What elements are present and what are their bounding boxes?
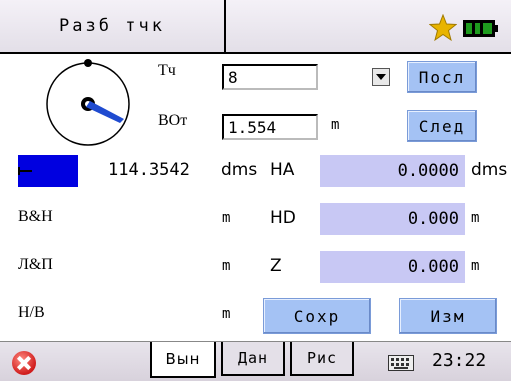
lp-unit: m (222, 258, 231, 274)
tab-stakeout[interactable]: Вын (150, 342, 216, 378)
page-title: Разб тчк (0, 0, 226, 52)
point-label: Тч (158, 62, 176, 79)
azimuth-marker (18, 155, 78, 187)
hd-unit: m (471, 210, 480, 226)
clock: 23:22 (432, 350, 487, 371)
height-unit: m (331, 117, 340, 133)
tab-data[interactable]: Дан (221, 342, 285, 376)
battery-icon (463, 20, 498, 37)
hv-unit: m (222, 306, 231, 322)
z-unit: m (471, 258, 480, 274)
height-label: ВОт (158, 112, 188, 129)
bh-label: В&Н (18, 208, 53, 225)
lp-label: Л&П (18, 256, 53, 273)
ha-value: 0.0000 (320, 155, 465, 187)
hv-label: Н/В (18, 304, 45, 321)
close-icon[interactable] (12, 351, 36, 375)
next-button[interactable]: След (407, 110, 477, 142)
angle-value: 114.3542 (108, 160, 190, 180)
keyboard-icon[interactable] (388, 355, 414, 371)
title-bar: Разб тчк (0, 0, 511, 54)
prev-button[interactable]: Посл (407, 61, 477, 93)
bottom-bar: Вын Дан Рис 23:22 (0, 341, 511, 381)
save-button[interactable]: Сохр (263, 298, 371, 334)
bh-unit: m (222, 210, 231, 226)
star-icon[interactable] (429, 14, 457, 42)
tab-drawing[interactable]: Рис (290, 342, 354, 376)
z-label: Z (270, 256, 282, 276)
point-field[interactable]: 8 (222, 64, 318, 90)
ha-unit: dms (471, 160, 508, 180)
change-button[interactable]: Изм (399, 298, 497, 334)
ha-label: HA (270, 160, 295, 180)
hd-label: HD (270, 208, 296, 228)
height-field[interactable]: 1.554 (222, 114, 318, 140)
hd-value: 0.000 (320, 203, 465, 235)
point-dropdown-button[interactable] (372, 68, 390, 86)
angle-unit: dms (221, 160, 258, 180)
compass-icon (46, 59, 130, 146)
z-value: 0.000 (320, 251, 465, 283)
